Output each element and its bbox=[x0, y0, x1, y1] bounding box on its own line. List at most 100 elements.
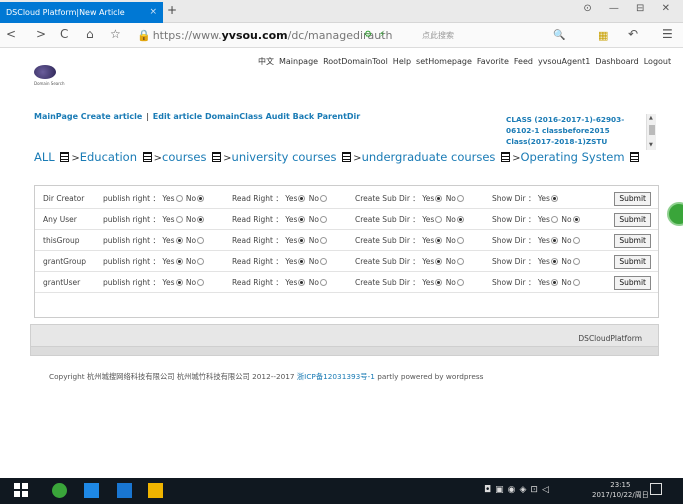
read-yes-radio[interactable] bbox=[298, 237, 306, 244]
class-list[interactable]: CLASS (2016-2017-1)-62903-06102-1 classb… bbox=[506, 114, 656, 150]
home-icon[interactable]: ⌂ bbox=[86, 27, 94, 41]
read-no-radio[interactable] bbox=[319, 237, 327, 244]
submit-button[interactable]: Submit bbox=[614, 234, 651, 248]
show-no-radio[interactable] bbox=[572, 237, 580, 244]
publish-yes-radio[interactable] bbox=[175, 237, 183, 244]
show-yes-radio[interactable] bbox=[550, 195, 558, 202]
start-icon[interactable] bbox=[14, 483, 29, 498]
create-yes-radio[interactable] bbox=[435, 279, 443, 286]
menu-logout[interactable]: Logout bbox=[644, 57, 671, 66]
menu-lang[interactable]: 中文 bbox=[258, 57, 274, 66]
menu-mainpage[interactable]: Mainpage bbox=[279, 57, 318, 66]
new-tab-button[interactable]: + bbox=[167, 3, 177, 17]
publish-yes-radio[interactable] bbox=[175, 216, 183, 223]
show-yes-radio[interactable] bbox=[550, 279, 558, 286]
create-no-radio[interactable] bbox=[456, 279, 464, 286]
browser-tab[interactable]: DSCloud Platform|New Article × bbox=[0, 2, 163, 23]
app-icon-blue[interactable] bbox=[117, 483, 132, 498]
link-create-article[interactable]: Create article bbox=[81, 112, 143, 121]
read-no-radio[interactable] bbox=[319, 279, 327, 286]
create-no-radio[interactable] bbox=[456, 216, 464, 223]
scroll-thumb[interactable] bbox=[649, 125, 655, 135]
link-edit-article[interactable]: Edit article bbox=[153, 112, 202, 121]
system-tray-icons[interactable]: ◘▣◉◈⊡◁ bbox=[484, 485, 553, 495]
create-yes-radio[interactable] bbox=[435, 258, 443, 265]
create-no-radio[interactable] bbox=[456, 258, 464, 265]
create-yes-radio[interactable] bbox=[435, 216, 443, 223]
path-undergraduate-courses[interactable]: undergraduate courses bbox=[362, 150, 496, 164]
tab-close-icon[interactable]: × bbox=[149, 2, 157, 23]
icp-link[interactable]: 浙ICP备12031393号-1 bbox=[297, 372, 375, 381]
clock[interactable]: 23:15 2017/10/22/周日 bbox=[592, 480, 649, 500]
publish-yes-radio[interactable] bbox=[175, 258, 183, 265]
window-controls[interactable]: ⊙ — ⊟ ✕ bbox=[583, 3, 677, 14]
publish-no-radio[interactable] bbox=[197, 279, 205, 286]
publish-yes-radio[interactable] bbox=[175, 279, 183, 286]
publish-no-radio[interactable] bbox=[197, 258, 205, 265]
submit-button[interactable]: Submit bbox=[614, 213, 651, 227]
class-list-scrollbar[interactable]: ▲ ▼ bbox=[646, 114, 656, 150]
path-university-courses[interactable]: university courses bbox=[232, 150, 337, 164]
search-icon[interactable]: 🔍 bbox=[553, 30, 565, 41]
menu-help[interactable]: Help bbox=[393, 57, 411, 66]
star-icon[interactable]: ☆ bbox=[110, 27, 121, 41]
publish-no-radio[interactable] bbox=[197, 216, 205, 223]
link-back[interactable]: Back bbox=[293, 112, 315, 121]
read-no-radio[interactable] bbox=[319, 216, 327, 223]
undo-icon[interactable]: ↶ bbox=[628, 27, 638, 41]
submit-button[interactable]: Submit bbox=[614, 276, 651, 290]
back-icon[interactable]: < bbox=[6, 27, 16, 41]
edge-icon[interactable] bbox=[84, 483, 99, 498]
apps-icon[interactable]: ▦ bbox=[598, 29, 608, 42]
menu-icon[interactable]: ☰ bbox=[662, 27, 673, 41]
menu-user[interactable]: yvsouAgent1 bbox=[538, 57, 590, 66]
path-all[interactable]: ALL bbox=[34, 150, 55, 164]
site-logo[interactable]: Domain Search bbox=[34, 65, 74, 87]
publish-no-radio[interactable] bbox=[197, 195, 205, 202]
scroll-up-icon[interactable]: ▲ bbox=[649, 115, 653, 121]
menu-rootdomaintool[interactable]: RootDomainTool bbox=[323, 57, 388, 66]
notification-icon[interactable] bbox=[650, 483, 662, 495]
show-no-radio[interactable] bbox=[572, 216, 580, 223]
show-yes-radio[interactable] bbox=[550, 216, 558, 223]
read-yes-radio[interactable] bbox=[298, 279, 306, 286]
menu-favorite[interactable]: Favorite bbox=[477, 57, 509, 66]
reload-icon[interactable]: C bbox=[60, 27, 68, 41]
submit-button[interactable]: Submit bbox=[614, 192, 651, 206]
read-yes-radio[interactable] bbox=[298, 258, 306, 265]
read-no-radio[interactable] bbox=[319, 195, 327, 202]
show-yes-radio[interactable] bbox=[550, 237, 558, 244]
app-icon-green[interactable] bbox=[52, 483, 67, 498]
scroll-down-icon[interactable]: ▼ bbox=[649, 142, 653, 148]
forward-icon[interactable]: > bbox=[36, 27, 46, 41]
create-no-radio[interactable] bbox=[456, 237, 464, 244]
link-audit[interactable]: Audit bbox=[266, 112, 290, 121]
path-operating-system[interactable]: Operating System bbox=[520, 150, 624, 164]
create-no-radio[interactable] bbox=[456, 195, 464, 202]
publish-no-radio[interactable] bbox=[197, 237, 205, 244]
show-yes-radio[interactable] bbox=[550, 258, 558, 265]
menu-sethomepage[interactable]: setHomepage bbox=[416, 57, 472, 66]
search-input[interactable]: 点此搜索 bbox=[422, 30, 454, 41]
read-yes-radio[interactable] bbox=[298, 195, 306, 202]
publish-yes-radio[interactable] bbox=[175, 195, 183, 202]
menu-feed[interactable]: Feed bbox=[514, 57, 533, 66]
folder-icon[interactable] bbox=[148, 483, 163, 498]
path-courses[interactable]: courses bbox=[162, 150, 206, 164]
shield-icon[interactable]: ⚙ ⚡ bbox=[364, 30, 387, 40]
submit-button[interactable]: Submit bbox=[614, 255, 651, 269]
show-no-radio[interactable] bbox=[572, 258, 580, 265]
read-no-radio[interactable] bbox=[319, 258, 327, 265]
show-no-radio[interactable] bbox=[572, 279, 580, 286]
link-parentdir[interactable]: ParentDir bbox=[317, 112, 360, 121]
create-group: Create Sub Dir ： Yes No bbox=[355, 230, 465, 251]
floating-action-button[interactable] bbox=[667, 202, 683, 226]
create-yes-radio[interactable] bbox=[435, 237, 443, 244]
link-domainclass[interactable]: DomainClass bbox=[205, 112, 263, 121]
create-yes-radio[interactable] bbox=[435, 195, 443, 202]
menu-dashboard[interactable]: Dashboard bbox=[595, 57, 638, 66]
link-mainpage[interactable]: MainPage bbox=[34, 112, 78, 121]
read-yes-radio[interactable] bbox=[298, 216, 306, 223]
path-education[interactable]: Education bbox=[80, 150, 137, 164]
read-no-label: No bbox=[308, 278, 319, 287]
